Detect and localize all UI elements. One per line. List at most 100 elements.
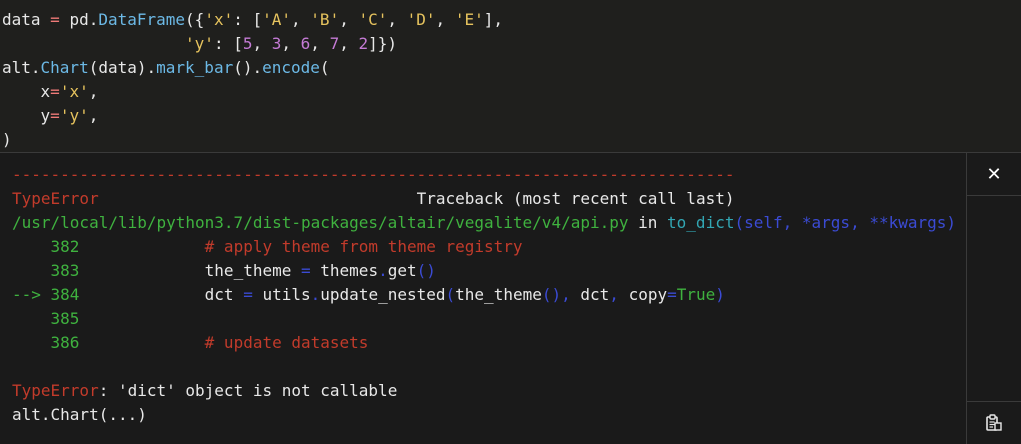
error-output: ----------------------------------------… [0,153,967,444]
output-token: 383 [12,261,80,280]
output-token: copy [618,285,668,304]
output-line: /usr/local/lib/python3.7/dist-packages/a… [12,211,956,235]
code-token: 'y' [185,34,214,53]
code-token: 'A' [262,10,292,29]
output-line: 382 # apply theme from theme registry [12,235,523,259]
output-token: dct [79,285,244,304]
copy-icon [986,414,1002,431]
output-token: TypeError [12,189,99,208]
code-token: , [339,10,359,29]
code-token: 'B' [310,10,340,29]
output-line: 386 # update datasets [12,331,369,355]
output-token: 385 [12,309,80,328]
output-token: # apply theme from theme registry [79,237,523,256]
output-token: True [676,285,716,304]
code-token: pd. [59,10,99,29]
output-token: = [243,285,253,304]
output-token: update_nested [320,285,446,304]
output-token: : 'dict' object is not callable [98,381,398,400]
output-token: 386 [12,333,80,352]
output-token: = [301,261,311,280]
output-controls: ✕ [967,153,1021,444]
code-token: 6 [300,34,311,53]
output-token: TypeError [12,381,99,400]
output-token: , [609,285,619,304]
code-token: 'C' [358,10,388,29]
output-token: --> 384 [12,285,80,304]
output-token: Traceback (most recent call last) [98,189,735,208]
code-token: , [310,34,330,53]
output-token: # update datasets [79,333,369,352]
code-token: = [50,106,60,125]
code-token: , [88,82,99,101]
copy-output-button[interactable] [967,401,1021,444]
code-line: 'y': [5, 3, 6, 7, 2]}) [2,32,397,56]
output-line: 385 [12,307,80,331]
output-token: dct [570,285,610,304]
output-line: TypeError: 'dict' object is not callable [12,379,397,403]
code-token: data [2,10,51,29]
close-output-button[interactable]: ✕ [967,153,1021,196]
output-line: 383 the_theme = themes.get() [12,259,436,283]
code-token: : [ [213,34,243,53]
output-token: alt.Chart(...) [12,405,147,424]
code-token: , [88,106,99,125]
code-token: ({ [185,10,205,29]
code-token: 7 [329,34,340,53]
output-token: utils [252,285,311,304]
code-line: y='y', [2,104,99,128]
code-line: ) [2,128,12,152]
code-token: DataFrame [98,10,186,29]
output-line: TypeError Traceback (most recent call la… [12,187,734,211]
output-line: ----------------------------------------… [12,163,734,187]
code-token: (). [233,58,263,77]
code-line: data = pd.DataFrame({'x': ['A', 'B', 'C'… [2,8,503,32]
output-token: themes [310,261,379,280]
output-token: in [628,213,668,232]
code-token: 'x' [204,10,234,29]
close-icon: ✕ [986,163,1002,185]
output-token: () [416,261,436,280]
output-token: . [378,261,388,280]
code-token: 'E' [454,10,484,29]
output-token: ----------------------------------------… [12,165,735,184]
output-token: (), [541,285,571,304]
code-token: mark_bar [156,58,234,77]
code-token: 2 [358,34,369,53]
code-token: = [50,10,60,29]
code-token: 'x' [59,82,89,101]
code-token: ], [483,10,503,29]
code-token: ]}) [368,34,398,53]
output-token: 382 [12,237,80,256]
code-token: 'y' [59,106,89,125]
output-token: ( [445,285,456,304]
output-token: the_theme [455,285,542,304]
output-token: ) [715,285,725,304]
output-token: the_theme [79,261,301,280]
code-line: alt.Chart(data).mark_bar().encode( [2,56,330,80]
output-token: (self, *args, **kwargs) [734,213,957,232]
code-token: ( [319,58,330,77]
output-token: /usr/local/lib/python3.7/dist-packages/a… [12,213,629,232]
code-token: alt. [2,58,41,77]
code-token: , [387,10,407,29]
output-token: get [387,261,417,280]
output-token: = [667,285,677,304]
code-token: ) [2,130,12,149]
code-token: , [339,34,359,53]
code-token: = [50,82,60,101]
code-token: y [2,106,51,125]
code-token: , [291,10,311,29]
code-line: x='x', [2,80,99,104]
output-line: alt.Chart(...) [12,403,147,427]
output-token: to_dict [667,213,735,232]
code-token: , [435,10,455,29]
code-token: x [2,82,51,101]
code-cell[interactable]: data = pd.DataFrame({'x': ['A', 'B', 'C'… [0,0,1021,152]
output-line: --> 384 dct = utils.update_nested(the_th… [12,283,725,307]
output-token: . [310,285,321,304]
code-token: Chart [40,58,89,77]
code-token: , [252,34,272,53]
code-token: encode [262,58,320,77]
